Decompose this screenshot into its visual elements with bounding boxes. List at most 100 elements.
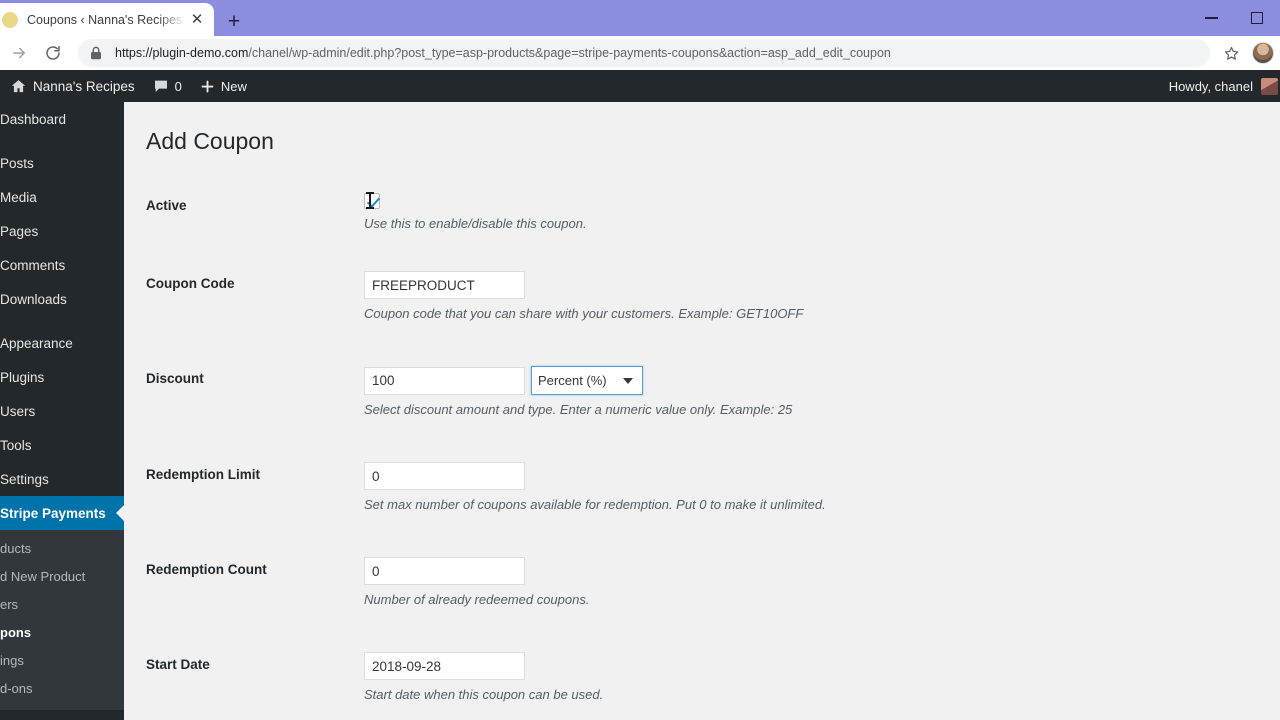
address-bar[interactable]: https://plugin-demo.com/chanel/wp-admin/… — [78, 39, 1210, 67]
maximize-button[interactable] — [1234, 0, 1280, 36]
sidebar-item-appearance[interactable]: Appearance — [0, 326, 124, 360]
sidebar-item-downloads[interactable]: Downloads — [0, 282, 124, 316]
sidebar-item-label: Dashboard — [0, 111, 67, 127]
maximize-icon — [1251, 12, 1263, 24]
home-icon — [11, 79, 26, 92]
wp-admin-content: Add Coupon Active Use this to enable/disa… — [124, 102, 1280, 720]
select-value: Percent (%) — [538, 373, 607, 388]
sidebar-item-users[interactable]: Users — [0, 394, 124, 428]
page-title: Add Coupon — [146, 128, 274, 154]
submenu-item-label: ers — [0, 596, 19, 612]
user-avatar — [1261, 77, 1278, 95]
sidebar-item-posts[interactable]: Posts — [0, 146, 124, 180]
form-row-start-date: Start Date Start date when this coupon ca… — [146, 652, 1280, 702]
coupon-code-input[interactable] — [364, 271, 525, 299]
sidebar-item-pages[interactable]: Pages — [0, 214, 124, 248]
profile-button[interactable] — [1246, 36, 1280, 70]
submenu-item-2[interactable]: ers — [0, 590, 124, 618]
field-line — [364, 652, 1280, 680]
submenu-item-label: d New Product — [0, 568, 86, 584]
sidebar-item-label: Comments — [0, 257, 66, 273]
submenu-item-4[interactable]: ings — [0, 646, 124, 674]
forward-button[interactable] — [2, 38, 36, 68]
wp-admin-bar: Nanna's Recipes 0 New Howdy, chanel — [0, 70, 1280, 102]
adminbar-comments[interactable]: 0 — [144, 70, 191, 102]
field-active: Use this to enable/disable this coupon. — [364, 193, 1280, 231]
sidebar-item-label: Stripe Payments — [0, 505, 106, 521]
sidebar-item-stripe-payments[interactable]: Stripe Payments — [0, 496, 124, 530]
start-date-input[interactable] — [364, 652, 525, 680]
url-text: https://plugin-demo.com/chanel/wp-admin/… — [115, 46, 891, 60]
url-path: /chanel/wp-admin/edit.php?post_type=asp-… — [248, 46, 891, 60]
form-row-coupon-code: Coupon Code Coupon code that you can shar… — [146, 271, 1280, 321]
field-redemption-count: Number of already redeemed coupons. — [364, 557, 1280, 607]
wp-admin-sidebar[interactable]: Dashboard Posts Media Pages Comments Download… — [0, 102, 124, 720]
stripe-payments-submenu[interactable]: ducts d New Product ers pons ings d-ons — [0, 530, 124, 710]
discount-input[interactable] — [364, 366, 525, 395]
new-label: New — [220, 78, 247, 94]
browser-toolbar: https://plugin-demo.com/chanel/wp-admin/… — [0, 36, 1280, 70]
submenu-item-3[interactable]: pons — [0, 618, 124, 646]
lock-icon — [90, 46, 104, 60]
description-active: Use this to enable/disable this coupon. — [364, 216, 587, 231]
description-redemption-count: Number of already redeemed coupons. — [364, 592, 590, 607]
field-line — [364, 271, 1280, 299]
adminbar-site-name[interactable]: Nanna's Recipes — [0, 70, 144, 102]
description-redemption-limit: Set max number of coupons available for … — [364, 497, 826, 512]
submenu-item-1[interactable]: d New Product — [0, 562, 124, 590]
submenu-item-label: d-ons — [0, 680, 33, 696]
site-name-label: Nanna's Recipes — [33, 78, 135, 94]
submenu-item-5[interactable]: d-ons — [0, 674, 124, 702]
sidebar-item-label: Media — [0, 189, 37, 205]
redemption-limit-input[interactable] — [364, 462, 525, 490]
submenu-item-0[interactable]: ducts — [0, 534, 124, 562]
sidebar-item-label: Users — [0, 403, 36, 419]
browser-tab[interactable]: Coupons ‹ Nanna's Recipes — W ✕ — [0, 3, 214, 36]
plus-icon — [201, 80, 214, 92]
description-discount: Select discount amount and type. Enter a… — [364, 402, 793, 417]
row-spacer — [146, 321, 1280, 366]
browser-titlebar: Coupons ‹ Nanna's Recipes — W ✕ + — [0, 0, 1280, 36]
description-start-date: Start date when this coupon can be used. — [364, 687, 604, 702]
reload-icon — [46, 45, 60, 60]
reload-button[interactable] — [36, 38, 70, 68]
sidebar-item-media[interactable]: Media — [0, 180, 124, 214]
arrow-forward-icon — [13, 47, 25, 59]
sidebar-item-dashboard[interactable]: Dashboard — [0, 102, 124, 136]
site-favicon — [2, 11, 18, 28]
sidebar-item-plugins[interactable]: Plugins — [0, 360, 124, 394]
row-spacer — [146, 702, 1280, 720]
chevron-down-icon — [623, 377, 633, 384]
submenu-item-label: pons — [0, 624, 32, 640]
window-controls — [1188, 0, 1280, 36]
form-row-discount: Discount Percent (%) Select discount amoun… — [146, 366, 1280, 417]
field-line — [364, 462, 1280, 490]
active-menu-arrow-icon — [116, 505, 124, 521]
discount-type-select[interactable]: Percent (%) — [531, 366, 643, 395]
label-discount: Discount — [146, 371, 204, 386]
row-spacer — [146, 607, 1280, 652]
sidebar-item-label: Pages — [0, 223, 39, 239]
adminbar-new[interactable]: New — [191, 70, 256, 102]
sidebar-item-label: Posts — [0, 155, 34, 171]
form-row-redemption-limit: Redemption Limit Set max number of coupon… — [146, 462, 1280, 512]
avatar — [1252, 42, 1274, 64]
sidebar-item-comments[interactable]: Comments — [0, 248, 124, 282]
star-icon — [1224, 46, 1238, 60]
comment-count: 0 — [174, 78, 182, 94]
sidebar-item-tools[interactable]: Tools — [0, 428, 124, 462]
sidebar-item-settings[interactable]: Settings — [0, 462, 124, 496]
field-redemption-limit: Set max number of coupons available for … — [364, 462, 1280, 512]
adminbar-account[interactable]: Howdy, chanel — [1169, 77, 1280, 95]
bookmark-button[interactable] — [1216, 38, 1246, 68]
new-tab-button[interactable]: + — [220, 7, 248, 35]
submenu-item-label: ings — [0, 652, 24, 668]
url-host: https://plugin-demo.com — [115, 46, 249, 60]
minimize-button[interactable] — [1188, 0, 1234, 36]
field-discount: Percent (%) Select discount amount and ty… — [364, 366, 1280, 417]
sidebar-item-label: Settings — [0, 471, 49, 487]
field-start-date: Start date when this coupon can be used. — [364, 652, 1280, 702]
row-spacer — [146, 417, 1280, 462]
close-icon[interactable]: ✕ — [186, 9, 208, 31]
redemption-count-input[interactable] — [364, 557, 525, 585]
